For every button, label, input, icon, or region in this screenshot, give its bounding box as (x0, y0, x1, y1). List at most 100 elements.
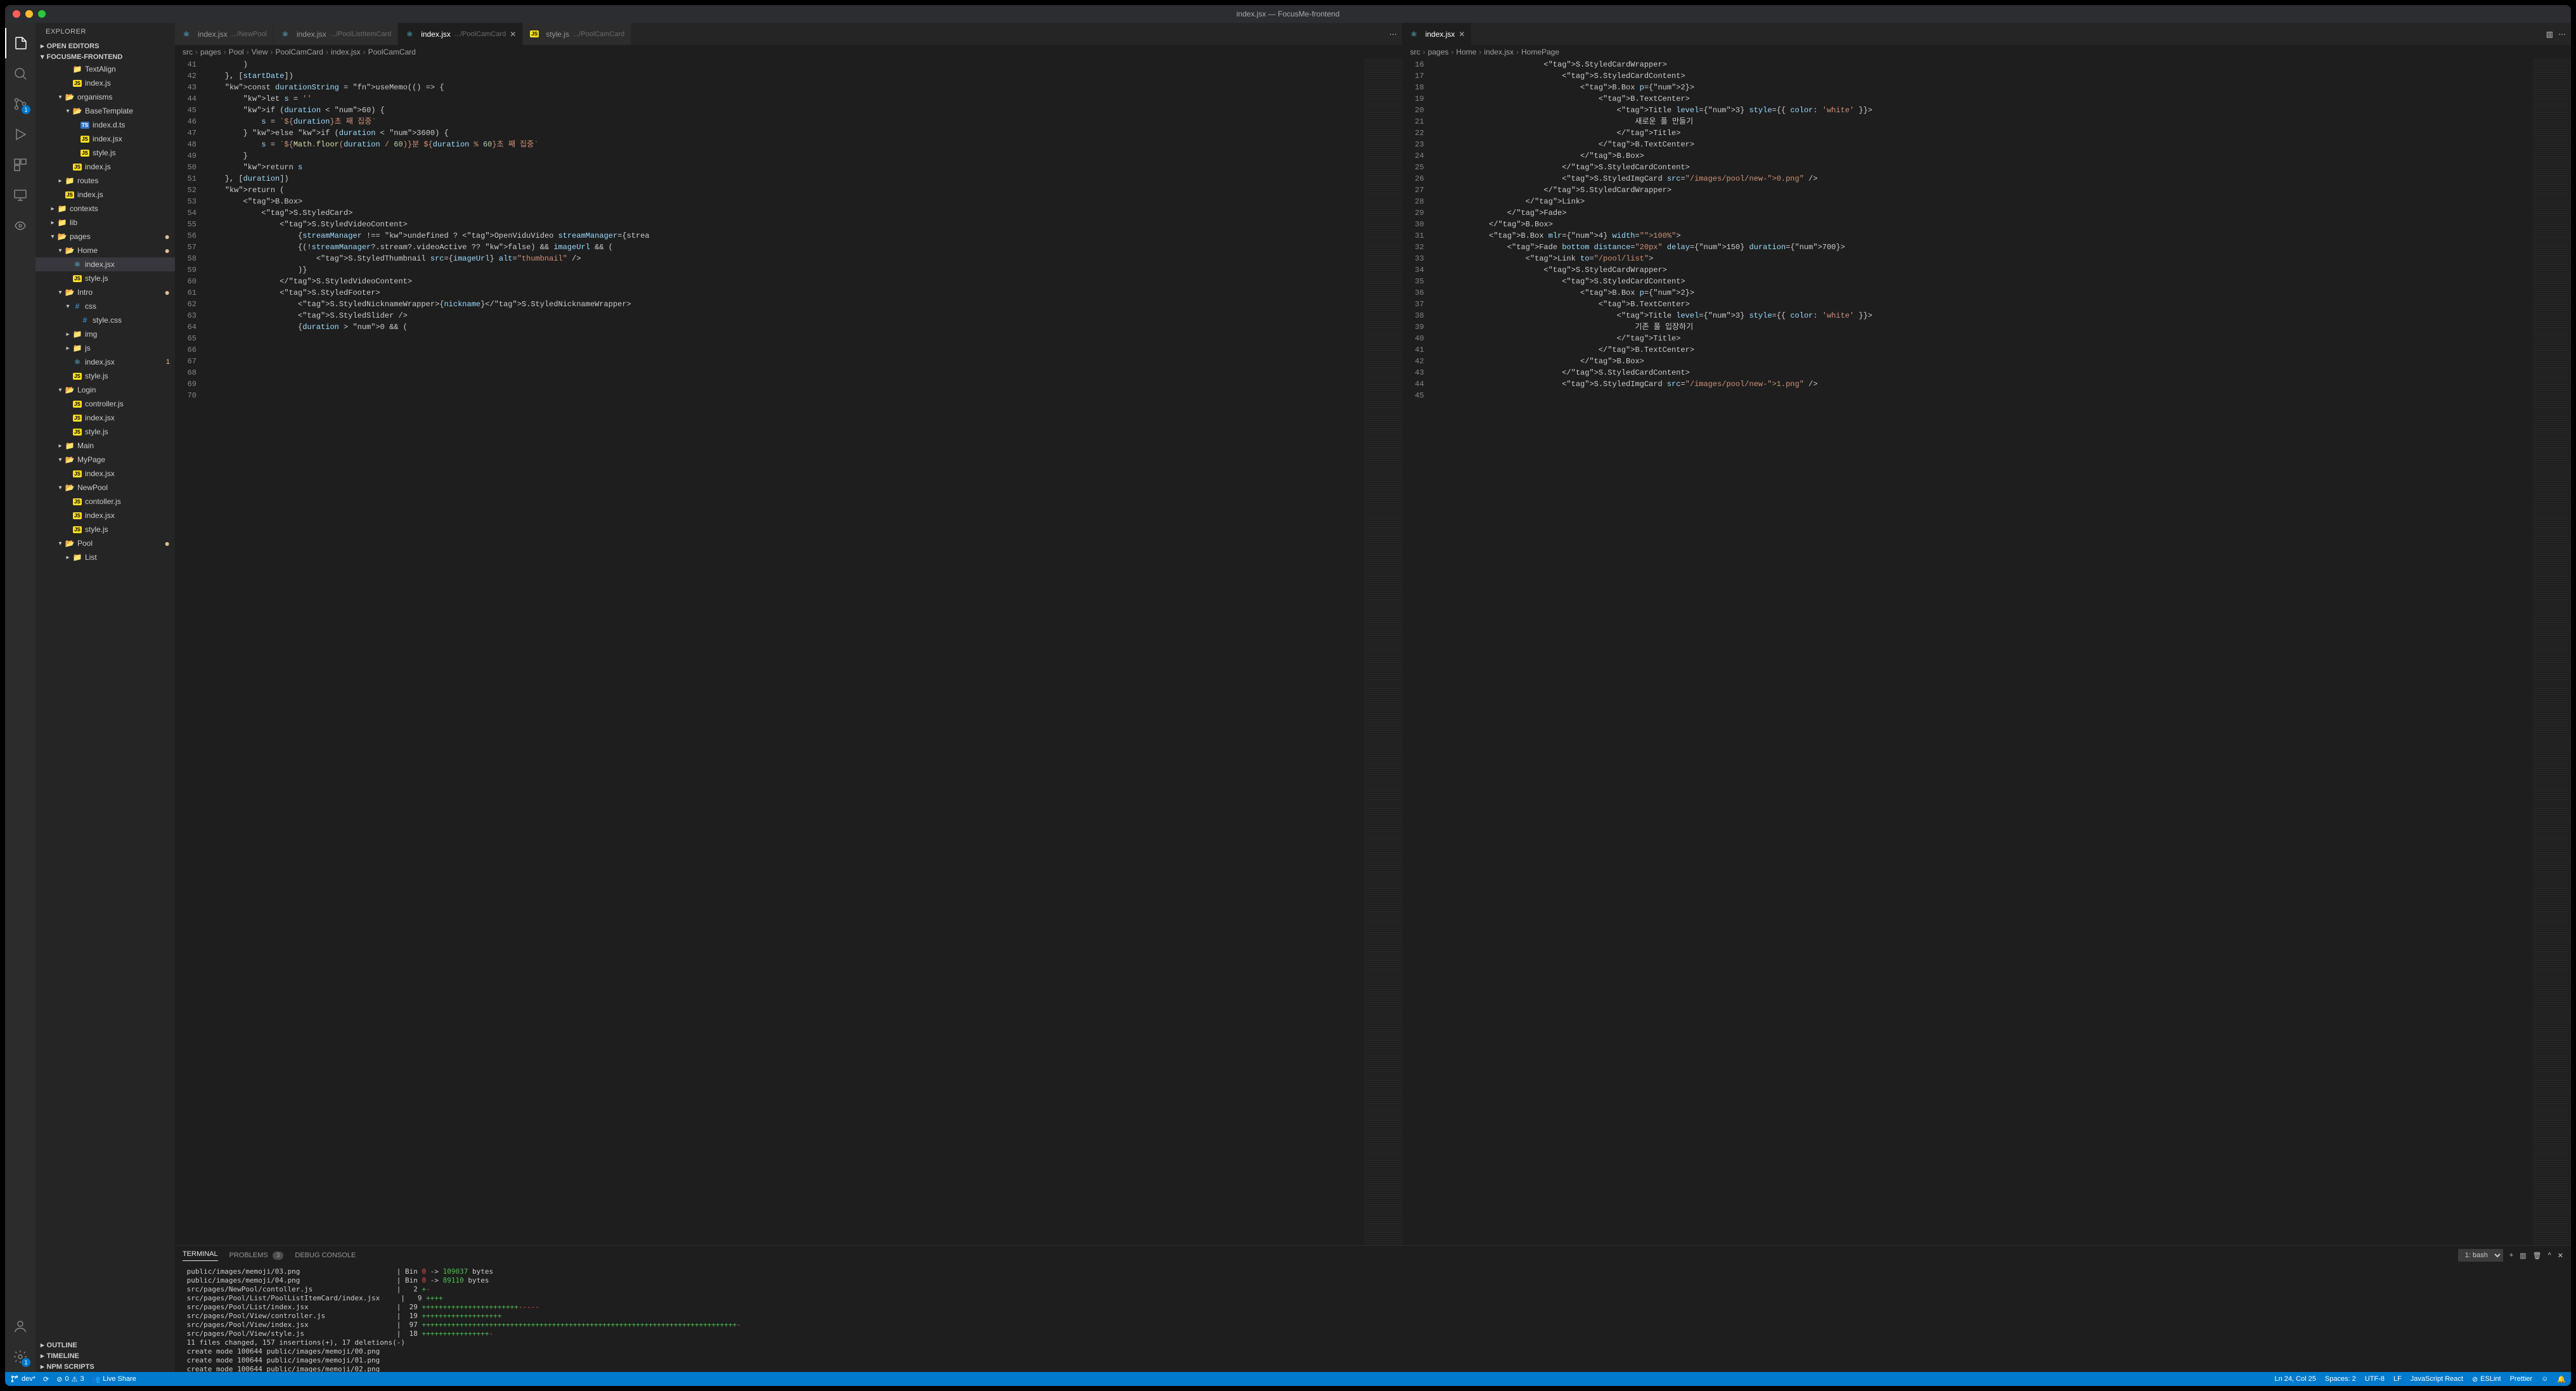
problems-status[interactable]: ⊘0 ⚠3 (56, 1375, 84, 1383)
tree-item[interactable]: ▸📁img (35, 327, 175, 341)
tree-item[interactable]: ▾📂Intro● (35, 285, 175, 299)
tree-item[interactable]: 📁TextAlign (35, 62, 175, 76)
tree-item[interactable]: TSindex.d.ts (35, 118, 175, 132)
tree-item[interactable]: ▾📂Home● (35, 243, 175, 257)
tree-item[interactable]: JSstyle.js (35, 522, 175, 536)
tree-item[interactable]: ▸📁List (35, 550, 175, 564)
language-mode[interactable]: JavaScript React (2411, 1375, 2463, 1383)
chevron-up-icon[interactable]: ^ (2548, 1252, 2551, 1259)
tree-item[interactable]: ▾📂Pool● (35, 536, 175, 550)
tab-bar-left: ⚛index.jsx.../NewPool⚛index.jsx.../PoolL… (175, 23, 1402, 45)
npm-scripts-section[interactable]: ▸ NPM SCRIPTS (35, 1361, 175, 1372)
editor-tab[interactable]: ⚛index.jsx.../PoolCamCard✕ (398, 23, 523, 45)
feedback-icon[interactable]: ☺ (2541, 1375, 2548, 1383)
run-debug-icon[interactable] (5, 119, 35, 150)
bottom-panel: TERMINAL PROBLEMS 3 DEBUG CONSOLE 1: bas… (175, 1245, 2571, 1372)
close-panel-icon[interactable]: ✕ (2558, 1252, 2563, 1260)
prettier-status[interactable]: Prettier (2510, 1375, 2532, 1383)
remote-icon[interactable] (5, 180, 35, 210)
settings-badge: 1 (22, 1358, 30, 1367)
tree-item[interactable]: ▾📂MyPage (35, 453, 175, 467)
tree-item[interactable]: ▾📂organisms (35, 90, 175, 104)
tree-item[interactable]: JSstyle.js (35, 271, 175, 285)
editor-tab[interactable]: ⚛index.jsx✕ (1403, 23, 1472, 45)
tree-item[interactable]: JScontoller.js (35, 495, 175, 508)
sidebar-title: EXPLORER (35, 23, 175, 41)
search-icon[interactable] (5, 58, 35, 89)
tree-item[interactable]: ⚛index.jsx1 (35, 355, 175, 369)
editor-tab[interactable]: JSstyle.js.../PoolCamCard (523, 23, 631, 45)
tree-item[interactable]: ▾#css (35, 299, 175, 313)
eol-status[interactable]: LF (2393, 1375, 2402, 1383)
split-terminal-icon[interactable]: ▥ (2520, 1252, 2526, 1260)
tree-item[interactable]: ▸📁js (35, 341, 175, 355)
tree-item[interactable]: ▸📁contexts (35, 202, 175, 216)
cursor-position[interactable]: Ln 24, Col 25 (2274, 1375, 2315, 1383)
minimap[interactable] (2533, 59, 2571, 1245)
terminal-output[interactable]: public/images/memoji/03.png | Bin 0 -> 1… (175, 1265, 2571, 1372)
close-tab-icon[interactable]: ✕ (510, 30, 516, 39)
tree-item[interactable]: ▾📂pages● (35, 230, 175, 243)
tree-item[interactable]: JSindex.jsx (35, 508, 175, 522)
source-control-icon[interactable]: 1 (5, 89, 35, 119)
debug-console-tab[interactable]: DEBUG CONSOLE (295, 1252, 356, 1259)
tree-item[interactable]: ⚛index.jsx (35, 257, 175, 271)
close-window-button[interactable] (13, 10, 20, 18)
tree-item[interactable]: ▸📁lib (35, 216, 175, 230)
chevron-right-icon: ▸ (41, 42, 44, 50)
indentation-status[interactable]: Spaces: 2 (2325, 1375, 2356, 1383)
terminal-selector[interactable]: 1: bash (2458, 1249, 2503, 1262)
maximize-window-button[interactable] (38, 10, 46, 18)
tree-item[interactable]: ▸📁Main (35, 439, 175, 453)
split-icon[interactable]: ▥ (2546, 30, 2553, 39)
editor-tab[interactable]: ⚛index.jsx.../NewPool (175, 23, 274, 45)
tree-item[interactable]: #style.css (35, 313, 175, 327)
more-icon[interactable]: ⋯ (2558, 30, 2566, 39)
outline-section[interactable]: ▸ OUTLINE (35, 1340, 175, 1350)
live-share-icon[interactable] (5, 210, 35, 241)
tree-item[interactable]: JSstyle.js (35, 369, 175, 383)
extensions-icon[interactable] (5, 150, 35, 180)
tree-item[interactable]: JSindex.jsx (35, 411, 175, 425)
encoding-status[interactable]: UTF-8 (2365, 1375, 2385, 1383)
tree-item[interactable]: ▸📁routes (35, 174, 175, 188)
minimize-window-button[interactable] (25, 10, 33, 18)
tree-item[interactable]: JSindex.jsx (35, 132, 175, 146)
tree-item[interactable]: JSindex.js (35, 76, 175, 90)
tree-item[interactable]: JSindex.jsx (35, 467, 175, 481)
tree-item[interactable]: JScontroller.js (35, 397, 175, 411)
chevron-right-icon: ▸ (41, 1362, 44, 1371)
close-tab-icon[interactable]: ✕ (1459, 30, 1465, 39)
code-editor-right[interactable]: 1617181920212223242526272829303132333435… (1403, 59, 2571, 1245)
minimap[interactable] (1364, 59, 1402, 1245)
code-editor-left[interactable]: 4142434445464748495051525354555657585960… (175, 59, 1402, 1245)
breadcrumb-left[interactable]: src › pages › Pool › View › PoolCamCard … (175, 45, 1402, 59)
problems-tab[interactable]: PROBLEMS 3 (229, 1252, 284, 1259)
trash-icon[interactable]: 🗑 (2533, 1252, 2542, 1260)
breadcrumb-right[interactable]: src › pages › Home › index.jsx › HomePag… (1403, 45, 2571, 59)
more-icon[interactable]: ⋯ (1389, 30, 1397, 39)
open-editors-section[interactable]: ▸ OPEN EDITORS (35, 41, 175, 51)
settings-gear-icon[interactable]: 1 (5, 1342, 35, 1372)
tree-item[interactable]: JSstyle.js (35, 425, 175, 439)
explorer-icon[interactable] (5, 28, 35, 58)
tree-item[interactable]: JSindex.js (35, 160, 175, 174)
branch-status[interactable]: dev* (10, 1375, 35, 1383)
account-icon[interactable] (5, 1311, 35, 1342)
window-title: index.jsx — FocusMe-frontend (1237, 10, 1340, 18)
tree-item[interactable]: ▾📂NewPool (35, 481, 175, 495)
tree-item[interactable]: JSstyle.js (35, 146, 175, 160)
project-section[interactable]: ▾ FOCUSME-FRONTEND (35, 51, 175, 62)
eslint-status[interactable]: ⊘ ESLint (2472, 1375, 2501, 1383)
file-tree[interactable]: 📁TextAlignJSindex.js▾📂organisms▾📂BaseTem… (35, 62, 175, 1340)
bell-icon[interactable]: 🔔 (2557, 1375, 2566, 1383)
timeline-section[interactable]: ▸ TIMELINE (35, 1350, 175, 1361)
tree-item[interactable]: ▾📂BaseTemplate (35, 104, 175, 118)
new-terminal-icon[interactable]: + (2509, 1252, 2513, 1259)
editor-tab[interactable]: ⚛index.jsx.../PoolListItemCard (274, 23, 398, 45)
tree-item[interactable]: ▾📂Login (35, 383, 175, 397)
live-share-status[interactable]: 👥Live Share (92, 1375, 136, 1383)
terminal-tab[interactable]: TERMINAL (183, 1250, 218, 1261)
sync-status[interactable]: ⟳ (43, 1375, 49, 1383)
tree-item[interactable]: JSindex.js (35, 188, 175, 202)
